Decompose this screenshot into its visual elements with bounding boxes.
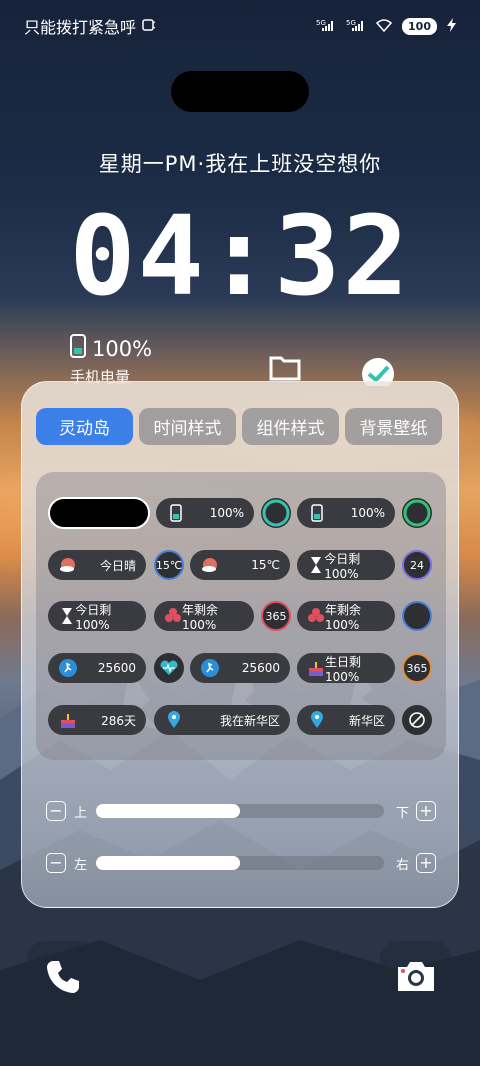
- cake-icon: [307, 658, 325, 678]
- ban-icon: [409, 712, 425, 728]
- year-remaining-pill-option-2[interactable]: 年剩余100%: [297, 601, 395, 632]
- nfc-icon: [142, 17, 156, 36]
- date-line: 星期一PM·我在上班没空想你: [98, 152, 382, 176]
- sim2-label: 5G: [346, 19, 356, 27]
- weather-label: 今日晴: [99, 558, 136, 573]
- year-remaining-pill-option[interactable]: 年剩余100%: [154, 601, 254, 632]
- battery-pill-option-2[interactable]: 100%: [297, 498, 395, 528]
- tab-wallpaper[interactable]: 背景壁纸: [345, 408, 442, 445]
- camera-shortcut-button[interactable]: [380, 941, 452, 1013]
- location-label: 我在新华区: [219, 713, 280, 728]
- phone-icon-small: [70, 334, 86, 363]
- horizontal-slider-fill: [96, 856, 240, 870]
- widget-settings-panel: 灵动岛 时间样式 组件样式 背景壁纸 100% 100% 今日晴 15℃ 15℃: [21, 381, 459, 908]
- signal-sim2-icon: 5G: [346, 18, 366, 35]
- phone-icon: [47, 961, 79, 993]
- vertical-minus-button[interactable]: −: [46, 801, 66, 821]
- steps-value: 25600: [241, 661, 280, 675]
- birthday-circle-option[interactable]: 365: [402, 653, 432, 683]
- phone-icon: [307, 503, 327, 523]
- horizontal-slider-track[interactable]: [96, 856, 384, 870]
- disable-option[interactable]: [402, 705, 432, 735]
- days-pill-option[interactable]: 286天: [48, 705, 146, 735]
- location-pin-icon: [307, 710, 327, 730]
- weather-pill-option[interactable]: 今日晴: [48, 550, 146, 580]
- vertical-plus-button[interactable]: +: [416, 801, 436, 821]
- steps-pill-option-2[interactable]: 25600: [190, 653, 290, 683]
- horizontal-position-slider: − 左 右 +: [46, 853, 436, 875]
- runner-icon: [200, 658, 220, 678]
- steps-value: 25600: [97, 661, 136, 675]
- down-label: 下: [396, 806, 410, 821]
- up-label: 上: [74, 806, 88, 821]
- day-remaining-pill-option[interactable]: 今日剩100%: [297, 550, 395, 581]
- signal-sim1-icon: 5G: [316, 18, 336, 35]
- battery-pill-option-1[interactable]: 100%: [156, 498, 254, 528]
- hourglass-icon: [307, 555, 324, 575]
- battery-ring-option-1[interactable]: [261, 498, 291, 528]
- temperature-pill-option[interactable]: 15℃: [190, 550, 290, 580]
- year-remaining-label: 年剩余100%: [182, 602, 219, 632]
- sun-cloud-icon: [200, 555, 220, 575]
- temperature-value: 15℃: [251, 558, 280, 572]
- tab-bar: 灵动岛 时间样式 组件样式 背景壁纸: [36, 408, 442, 445]
- battery-pill-value: 100%: [350, 506, 385, 520]
- sun-cloud-icon: [58, 555, 78, 575]
- location-pill-option-2[interactable]: 新华区: [297, 705, 395, 735]
- day-remaining-label: 今日剩100%: [75, 602, 112, 632]
- steps-pill-option[interactable]: 25600: [48, 653, 146, 683]
- emergency-call-text: 只能拨打紧急呼: [24, 18, 137, 37]
- widget-options-grid: 100% 100% 今日晴 15℃ 15℃ 今日剩100% 24 今日剩100%…: [36, 472, 446, 760]
- phone-battery-widget: 100%: [70, 334, 152, 363]
- temperature-circle-option[interactable]: 15℃: [154, 550, 184, 580]
- year-remaining-label: 年剩余100%: [325, 602, 362, 632]
- heartbeat-icon: [160, 660, 178, 675]
- battery-indicator: 100: [402, 17, 437, 35]
- hours-circle-option[interactable]: 24: [402, 550, 432, 580]
- tab-time-style[interactable]: 时间样式: [139, 408, 236, 445]
- status-bar: 只能拨打紧急呼 5G 5G 100: [0, 0, 480, 52]
- clock-time: 04:32: [69, 192, 411, 320]
- right-label: 右: [396, 858, 410, 873]
- phone-shortcut-button[interactable]: [27, 941, 99, 1013]
- birthday-pill-option[interactable]: 生日剩100%: [297, 653, 395, 684]
- horizontal-plus-button[interactable]: +: [416, 853, 436, 873]
- battery-pill-value: 100%: [209, 506, 244, 520]
- horizontal-minus-button[interactable]: −: [46, 853, 66, 873]
- camera-icon: [398, 962, 434, 991]
- tab-widget-style[interactable]: 组件样式: [242, 408, 339, 445]
- dynamic-island[interactable]: [171, 71, 309, 112]
- island-style-option[interactable]: [48, 497, 150, 529]
- vertical-position-slider: − 上 下 +: [46, 801, 436, 823]
- day-remaining-pill-option-2[interactable]: 今日剩100%: [48, 601, 146, 632]
- year-ring-option[interactable]: [402, 601, 432, 631]
- location-pin-icon: [164, 710, 184, 730]
- location-label: 新华区: [348, 713, 385, 728]
- phone-icon: [166, 503, 186, 523]
- charging-bolt-icon: [447, 17, 456, 35]
- battery-ring-option-2[interactable]: [402, 498, 432, 528]
- vertical-slider-track[interactable]: [96, 804, 384, 818]
- day-remaining-label: 今日剩100%: [324, 551, 361, 581]
- hourglass-icon: [58, 606, 75, 626]
- vertical-slider-fill: [96, 804, 240, 818]
- tab-dynamic-island[interactable]: 灵动岛: [36, 408, 133, 445]
- heartbeat-circle-option[interactable]: [154, 653, 184, 683]
- left-label: 左: [74, 858, 88, 873]
- phone-battery-value: 100%: [92, 336, 153, 361]
- year-circle-option[interactable]: 365: [261, 601, 291, 631]
- days-value: 286天: [101, 713, 136, 728]
- wifi-icon: [375, 18, 393, 35]
- location-pill-option[interactable]: 我在新华区: [154, 705, 290, 735]
- birthday-label: 生日剩100%: [325, 654, 362, 684]
- sim1-label: 5G: [316, 19, 326, 27]
- runner-icon: [58, 658, 78, 678]
- flower-icon: [307, 606, 325, 626]
- flower-icon: [164, 606, 182, 626]
- cake-icon: [58, 710, 78, 730]
